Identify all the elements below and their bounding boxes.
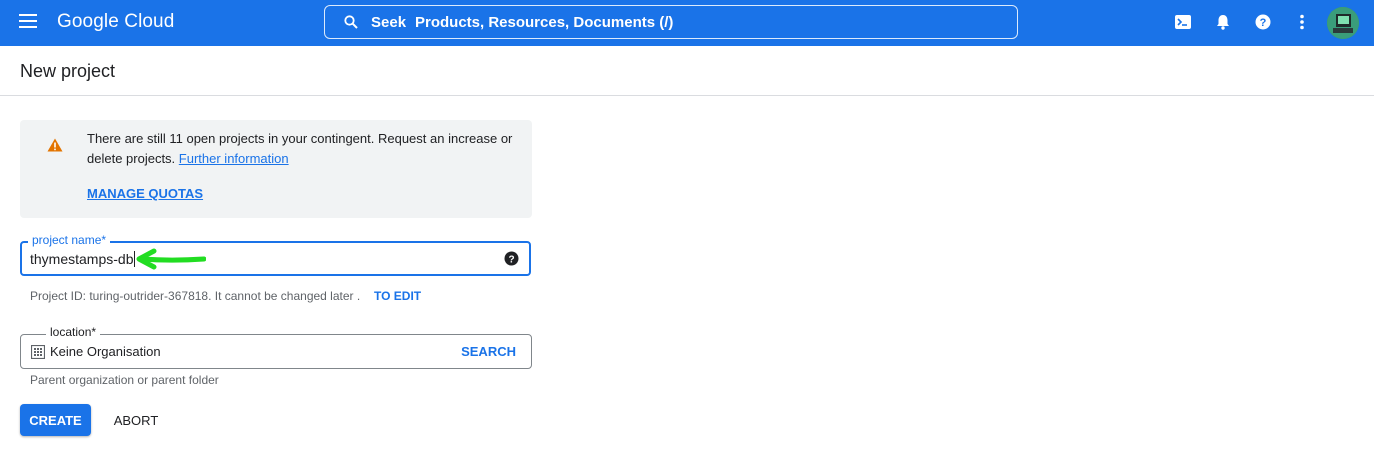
menu-icon[interactable] bbox=[19, 14, 37, 28]
help-circle-icon[interactable]: ? bbox=[504, 251, 519, 266]
project-id-text: Project ID: turing-outrider-367818. It c… bbox=[30, 289, 361, 303]
search-placeholder: Products, Resources, Documents (/) bbox=[415, 14, 674, 31]
search-bar[interactable]: Seek Products, Resources, Documents (/) bbox=[324, 5, 1018, 39]
header-divider bbox=[0, 95, 1374, 96]
abort-button[interactable]: ABORT bbox=[104, 404, 168, 436]
edit-project-id-button[interactable]: TO EDIT bbox=[374, 289, 421, 303]
organization-building-icon bbox=[31, 345, 45, 359]
green-arrow-annotation bbox=[136, 248, 206, 270]
brand-logo[interactable]: Google Cloud bbox=[57, 11, 174, 33]
warning-icon bbox=[47, 138, 63, 152]
project-name-input[interactable]: thymestamps-db bbox=[30, 251, 136, 267]
avatar-image bbox=[1327, 7, 1359, 39]
location-label: location* bbox=[46, 325, 101, 339]
project-name-value: thymestamps-db bbox=[30, 251, 134, 267]
quota-warning-banner: There are still 11 open projects in your… bbox=[20, 120, 532, 218]
project-name-field[interactable]: project name* thymestamps-db ? bbox=[20, 233, 531, 276]
notifications-icon[interactable] bbox=[1213, 12, 1233, 32]
location-hint: Parent organization or parent folder bbox=[30, 373, 219, 387]
page-title: New project bbox=[20, 61, 116, 81]
avatar[interactable] bbox=[1327, 7, 1359, 39]
search-icon bbox=[344, 15, 358, 29]
cloud-shell-icon[interactable] bbox=[1173, 12, 1193, 32]
search-label: Seek bbox=[371, 14, 407, 31]
further-information-link[interactable]: Further information bbox=[179, 151, 289, 166]
warning-text: There are still 11 open projects in your… bbox=[87, 131, 513, 166]
project-name-label: project name* bbox=[28, 233, 111, 247]
svg-text:?: ? bbox=[1260, 17, 1267, 29]
manage-quotas-link[interactable]: MANAGE QUOTAS bbox=[87, 186, 203, 201]
top-app-bar: Google Cloud Seek Products, Resources, D… bbox=[0, 0, 1374, 46]
more-vert-icon[interactable] bbox=[1292, 12, 1312, 32]
svg-text:?: ? bbox=[508, 255, 514, 266]
location-field[interactable]: location* Keine Organisation SEARCH bbox=[20, 325, 532, 369]
warning-message: There are still 11 open projects in your… bbox=[87, 129, 527, 169]
location-value: Keine Organisation bbox=[50, 344, 161, 359]
help-icon[interactable]: ? bbox=[1253, 12, 1273, 32]
location-search-button[interactable]: SEARCH bbox=[461, 344, 516, 359]
create-button[interactable]: CREATE bbox=[20, 404, 91, 436]
